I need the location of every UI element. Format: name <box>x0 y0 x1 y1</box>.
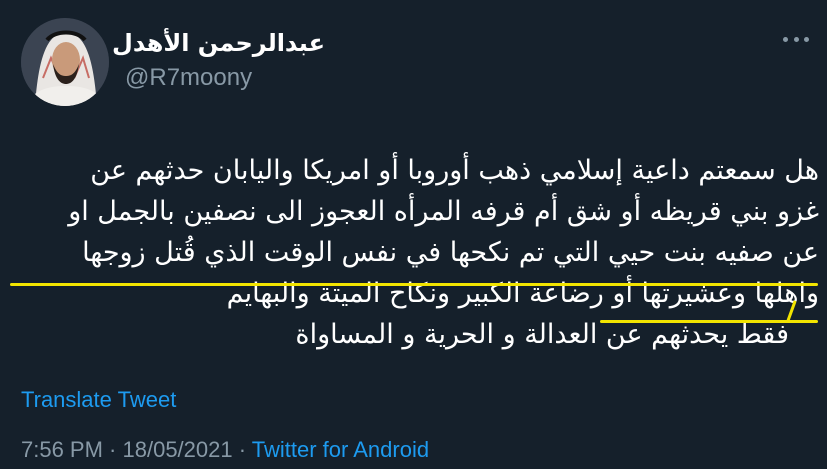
meta-separator: · <box>102 437 123 462</box>
display-name[interactable]: عبدالرحمن الأهدل <box>112 28 325 58</box>
user-info[interactable]: عبدالرحمن الأهدل @R7moony <box>112 22 425 92</box>
tweet-text-line: واهلها وعشيرتها أو رضاعة الكبير ونكاح ال… <box>226 278 819 309</box>
tweet-text-line: غزو بني قريظه أو شق أم قرفه المرأه العجو… <box>68 196 819 227</box>
tweet-text-line: هل سمعتم داعية إسلامي ذهب أوروبا أو امري… <box>90 155 819 186</box>
avatar[interactable] <box>21 18 109 106</box>
translate-tweet-link[interactable]: Translate Tweet <box>21 386 176 414</box>
more-horizontal-icon[interactable] <box>783 34 809 44</box>
more-dot <box>783 36 788 42</box>
avatar-image <box>21 18 109 106</box>
tweet-date[interactable]: 18/05/2021 <box>123 437 233 462</box>
tweet-source[interactable]: Twitter for Android <box>252 437 429 462</box>
more-dot <box>793 36 799 42</box>
tweet-metadata: 7:56 PM · 18/05/2021 · Twitter for Andro… <box>21 436 429 464</box>
tweet-time[interactable]: 7:56 PM <box>21 437 103 462</box>
tweet-text-line: عن صفيه بنت حيي التي تم نكحها في نفس الو… <box>82 237 819 268</box>
more-dot <box>804 36 809 42</box>
highlight-underline <box>600 320 818 323</box>
highlight-underline <box>10 283 818 286</box>
meta-separator: · <box>232 437 252 462</box>
tweet-card: عبدالرحمن الأهدل @R7moony هل سمعتم داعية… <box>0 0 827 469</box>
tweet-text: هل سمعتم داعية إسلامي ذهب أوروبا أو امري… <box>14 150 819 355</box>
user-handle[interactable]: @R7moony <box>125 64 252 92</box>
